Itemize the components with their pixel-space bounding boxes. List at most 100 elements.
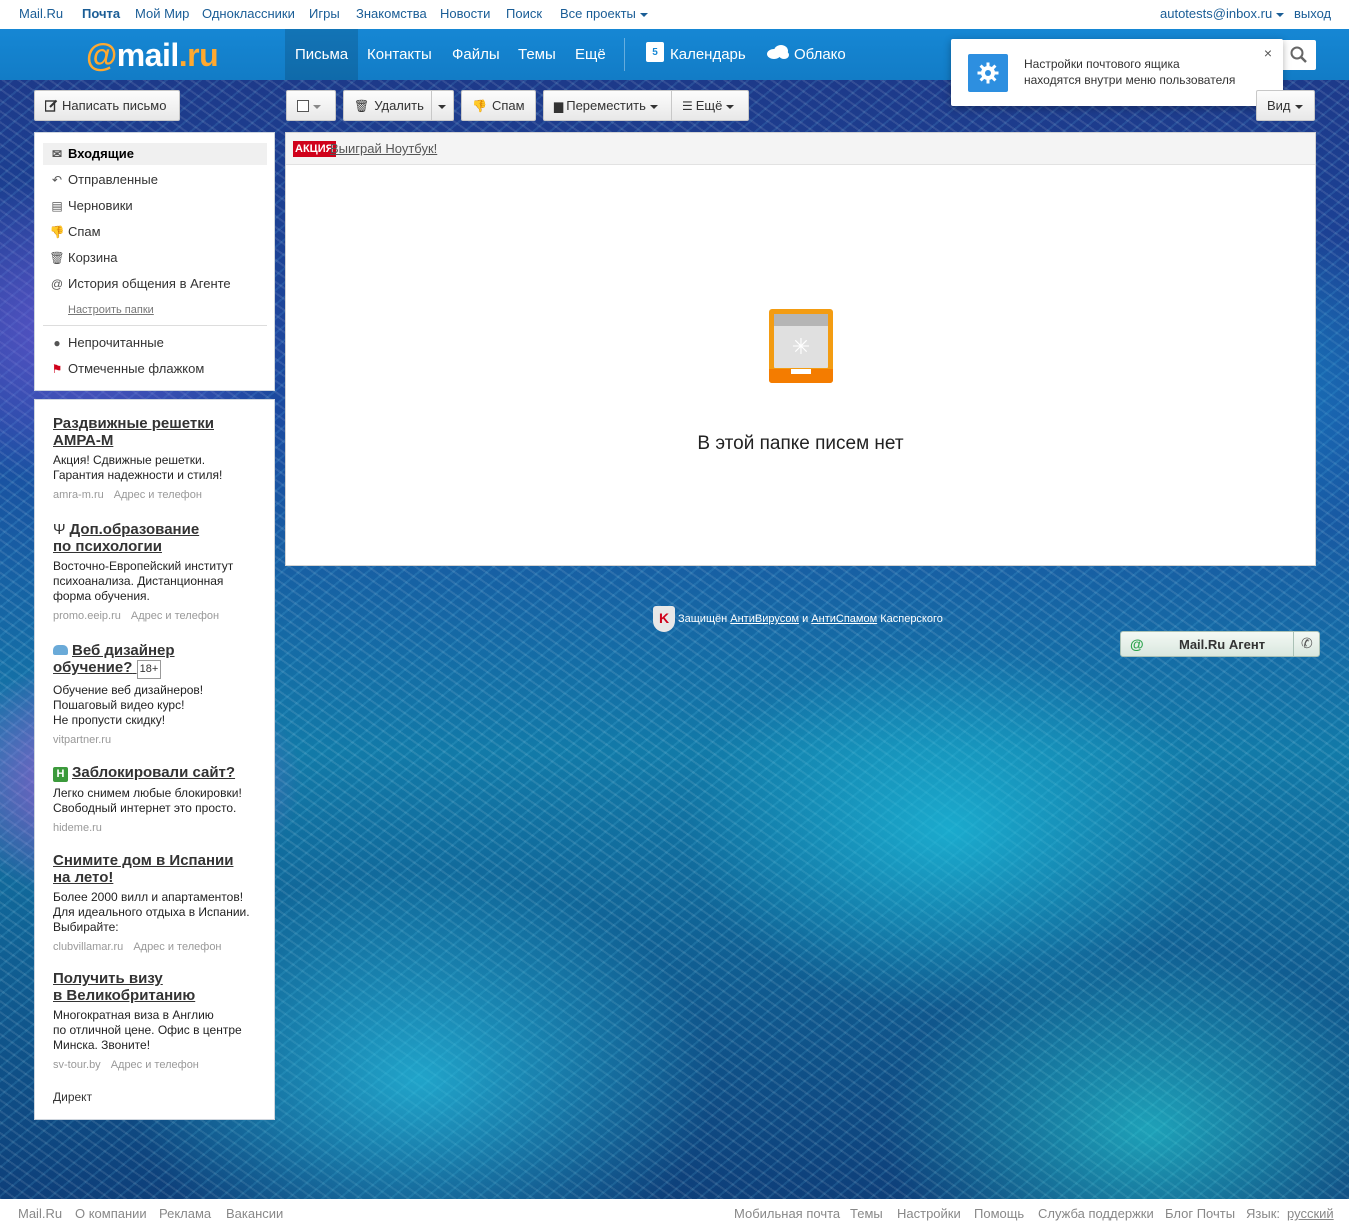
user-menu[interactable]: autotests@inbox.ru — [1160, 6, 1285, 21]
filter-label: Отмеченные флажком — [68, 361, 205, 376]
select-all-checkbox[interactable] — [286, 90, 336, 121]
configure-folders-link[interactable]: Настроить папки — [68, 304, 154, 316]
ad-domain[interactable]: amra-m.ru — [53, 489, 104, 501]
antivirus-link[interactable]: АнтиВирусом — [730, 613, 799, 625]
pencil-icon — [44, 99, 58, 112]
ad-item[interactable]: Получить визу в Великобританию Многократн… — [53, 970, 263, 1071]
folder-label: Черновики — [68, 198, 133, 213]
portal-link-ok[interactable]: Одноклассники — [202, 6, 295, 21]
delete-button[interactable]: 🗑 Удалить — [343, 90, 432, 121]
folder-agent-history[interactable]: @ История общения в Агенте — [49, 273, 231, 295]
more-label: Ещё — [695, 98, 723, 113]
portal-link-games[interactable]: Игры — [309, 6, 340, 21]
portal-link-search[interactable]: Поиск — [506, 6, 542, 21]
list-icon: ☰ — [682, 99, 693, 113]
ad-text: Акция! Сдвижные решетки. Гарантия надежно… — [53, 453, 223, 482]
ad-domain[interactable]: sv-tour.by — [53, 1059, 101, 1071]
portal-link-all-projects[interactable]: Все проекты — [560, 6, 648, 21]
folder-inbox[interactable]: ✉ Входящие — [49, 143, 134, 165]
portal-link-mail[interactable]: Почта — [82, 6, 120, 21]
nav-contacts[interactable]: Контакты — [357, 29, 442, 80]
promo-link[interactable]: Выиграй Ноутбук! — [330, 141, 437, 156]
phone-icon[interactable]: ✆ — [1301, 635, 1313, 652]
logo-at: @ — [86, 37, 117, 73]
filter-unread[interactable]: ● Непрочитанные — [49, 332, 163, 354]
nav-divider — [624, 38, 625, 71]
spam-button[interactable]: 👎 Спам — [461, 90, 536, 121]
ad-domain[interactable]: promo.eeip.ru — [53, 610, 121, 622]
folder-label: История общения в Агенте — [68, 276, 231, 291]
folder-panel: ✉ Входящие ↶ Отправленные ▤ Черновики 👎 Спам… — [34, 132, 275, 391]
antispam-link[interactable]: АнтиСпамом — [811, 613, 877, 625]
all-projects-label: Все проекты — [560, 6, 636, 21]
portal-link-dating[interactable]: Знакомства — [356, 6, 427, 21]
footer-link-ads[interactable]: Реклама — [159, 1206, 211, 1221]
logout-link[interactable]: выход — [1294, 6, 1331, 21]
footer-link-themes[interactable]: Темы — [850, 1206, 883, 1221]
nav-calendar[interactable]: 5 Календарь — [636, 29, 756, 80]
footer-link-help[interactable]: Помощь — [974, 1206, 1024, 1221]
kaspersky-prefix: Защищён — [678, 612, 728, 625]
nav-themes[interactable]: Темы — [508, 29, 566, 80]
footer-link-jobs[interactable]: Вакансии — [226, 1206, 283, 1221]
ad-address-link[interactable]: Адрес и телефон — [114, 489, 202, 501]
folder-trash[interactable]: 🗑 Корзина — [49, 247, 118, 269]
chevron-down-icon — [649, 104, 658, 109]
ad-item[interactable]: H Заблокировали сайт? Легко снимем любые … — [53, 764, 263, 834]
ads-panel: Раздвижные решетки АМРА-М Акция! Сдвижные… — [34, 399, 275, 1120]
move-button[interactable]: ▆ Переместить — [543, 90, 672, 121]
portal-link-mailru[interactable]: Mail.Ru — [19, 6, 63, 21]
ad-title[interactable]: Снимите дом в Испании на лето! — [53, 852, 263, 886]
folder-drafts[interactable]: ▤ Черновики — [49, 195, 133, 217]
nav-letters[interactable]: Письма — [285, 29, 359, 80]
ad-address-link[interactable]: Адрес и телефон — [131, 610, 219, 622]
folder-spam[interactable]: 👎 Спам — [49, 221, 101, 243]
direct-label[interactable]: Директ — [53, 1090, 92, 1104]
settings-notification: Настройки почтового ящика находятся внут… — [951, 39, 1283, 106]
notification-text-1: Настройки почтового ящика — [1024, 57, 1180, 71]
mailru-agent-bar[interactable]: @ Mail.Ru Агент ✆ — [1120, 631, 1320, 657]
ad-text: Более 2000 вилл и апартаментов! Для идеал… — [53, 890, 250, 934]
ad-address-link[interactable]: Адрес и телефон — [111, 1059, 199, 1071]
nav-more[interactable]: Ещё — [565, 29, 616, 80]
filter-flagged[interactable]: ⚑ Отмеченные флажком — [49, 358, 205, 380]
ad-title[interactable]: Получить визу в Великобританию — [53, 970, 263, 1004]
ad-address-link[interactable]: Адрес и телефон — [133, 941, 221, 953]
ad-meta: hideme.ru — [53, 822, 263, 834]
nav-files[interactable]: Файлы — [442, 29, 510, 80]
compose-button[interactable]: Написать письмо — [34, 90, 180, 121]
folder-sent[interactable]: ↶ Отправленные — [49, 169, 158, 191]
ad-item[interactable]: Ψ Доп.образование по психологии Восточно-Е… — [53, 521, 263, 622]
ad-text: Обучение веб дизайнеров! Пошаговый видео … — [53, 683, 204, 727]
ad-domain[interactable]: clubvillamar.ru — [53, 941, 123, 953]
footer-link-mailru[interactable]: Mail.Ru — [18, 1206, 62, 1221]
message-list-area: АКЦИЯ Выиграй Ноутбук! ✳ В этой папке пи… — [285, 132, 1316, 566]
ad-domain[interactable]: hideme.ru — [53, 822, 102, 834]
ad-title[interactable]: Ψ Доп.образование по психологии — [53, 521, 263, 555]
footer-language-select[interactable]: русский — [1287, 1206, 1334, 1221]
footer-link-support[interactable]: Служба поддержки — [1038, 1206, 1154, 1221]
agent-at-icon: @ — [1130, 636, 1144, 652]
footer-link-about[interactable]: О компании — [75, 1206, 147, 1221]
close-icon[interactable]: × — [1264, 45, 1272, 61]
portal-link-news[interactable]: Новости — [440, 6, 490, 21]
portal-link-myworld[interactable]: Мой Мир — [135, 6, 189, 21]
ad-title[interactable]: Раздвижные решетки АМРА-М — [53, 415, 263, 449]
mailru-logo[interactable]: @mail.ru — [86, 37, 219, 74]
footer-link-settings[interactable]: Настройки — [897, 1206, 961, 1221]
search-button[interactable] — [1280, 40, 1316, 70]
ad-title[interactable]: H Заблокировали сайт? — [53, 764, 263, 782]
ad-title[interactable]: Веб дизайнер обучение? 18+ — [53, 642, 263, 679]
user-email: autotests@inbox.ru — [1160, 6, 1273, 21]
ad-item[interactable]: Снимите дом в Испании на лето! Более 2000… — [53, 852, 263, 953]
delete-options-button[interactable] — [431, 90, 454, 121]
more-button[interactable]: ☰ Ещё — [671, 90, 749, 121]
folder-label: Корзина — [68, 250, 118, 265]
footer-link-blog[interactable]: Блог Почты — [1165, 1206, 1235, 1221]
ad-item[interactable]: Раздвижные решетки АМРА-М Акция! Сдвижные… — [53, 415, 263, 501]
ad-domain[interactable]: vitpartner.ru — [53, 734, 111, 746]
nav-cloud[interactable]: Облако — [756, 29, 856, 80]
footer-link-mobile[interactable]: Мобильная почта — [734, 1206, 840, 1221]
view-button[interactable]: Вид — [1256, 90, 1315, 121]
ad-item[interactable]: Веб дизайнер обучение? 18+ Обучение веб д… — [53, 642, 263, 746]
